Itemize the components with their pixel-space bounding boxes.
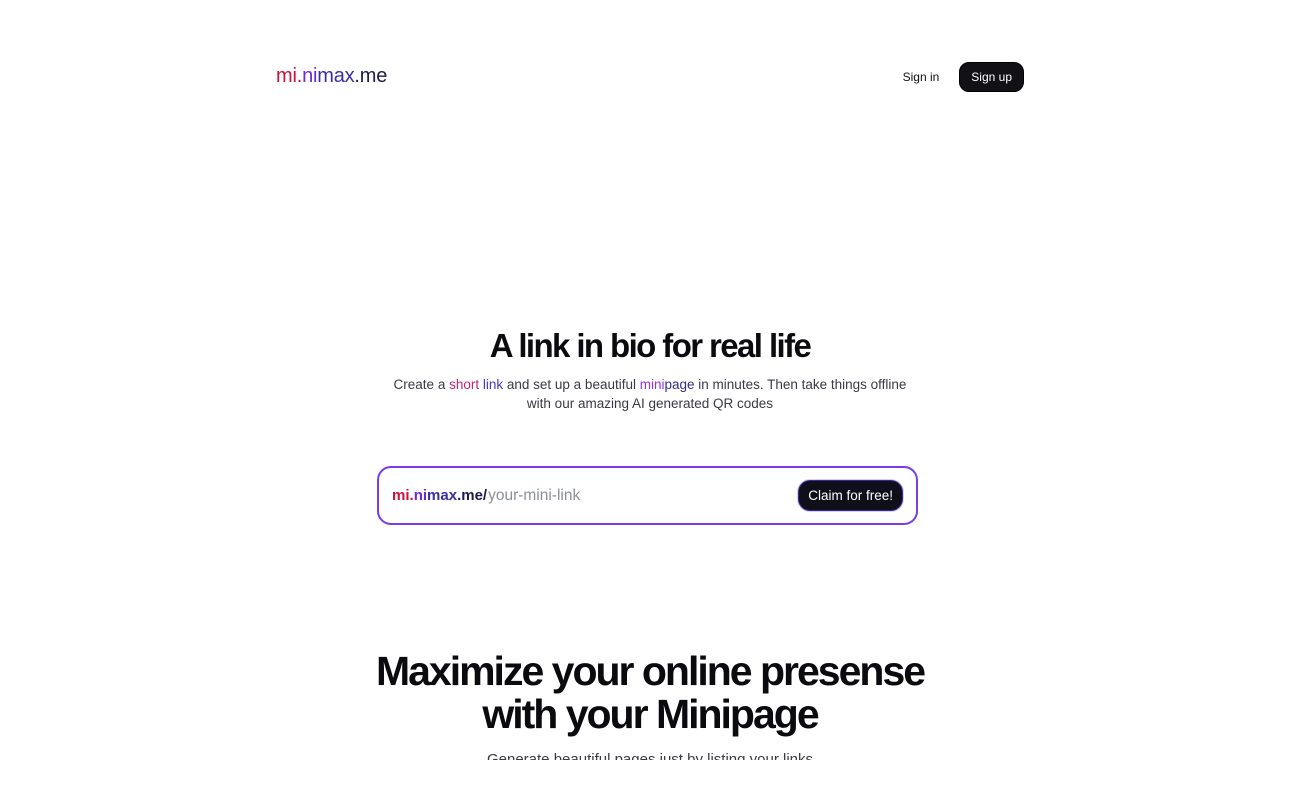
section-title: Maximize your online presense with your M…	[0, 650, 1300, 736]
prefix-part-me: .me/	[457, 487, 488, 504]
site-logo[interactable]: mi.nimax.me	[276, 65, 387, 88]
prefix-part-mi: mi.	[392, 487, 414, 504]
hero-subtitle-text: Create a	[393, 377, 450, 392]
claim-link-form: mi.nimax.me/ Claim for free!	[377, 466, 918, 525]
logo-part-max: max	[317, 65, 355, 87]
claim-for-free-button[interactable]: Claim for free!	[798, 480, 903, 511]
hero-highlight-mini: mini	[639, 377, 665, 392]
prefix-part-max: max	[427, 487, 458, 504]
prefix-part-ni: ni	[413, 487, 428, 504]
hero-highlight-link: link	[482, 377, 504, 392]
hero-highlight-page: page	[664, 377, 695, 392]
section-title-line-1: Maximize your online presense	[375, 648, 926, 694]
section-subtitle: Generate beautiful pages just by listing…	[486, 751, 813, 760]
top-header: mi.nimax.me Sign in Sign up	[276, 61, 1024, 92]
hero-highlight-short: short	[449, 377, 480, 392]
auth-nav: Sign in Sign up	[903, 61, 1024, 92]
logo-part-ni: ni	[302, 65, 318, 87]
logo-part-me: .me	[354, 65, 388, 87]
hero-subtitle: Create a short link and set up a beautif…	[390, 375, 910, 413]
mini-link-input[interactable]	[488, 486, 799, 505]
claim-url-prefix: mi.nimax.me/	[392, 487, 487, 504]
sign-up-button[interactable]: Sign up	[959, 61, 1024, 92]
hero-title: A link in bio for real life	[489, 327, 812, 364]
hero-subtitle-text: and set up a beautiful	[503, 377, 640, 392]
section-title-line-2: with your Minipage	[482, 691, 819, 737]
sign-in-link[interactable]: Sign in	[903, 70, 940, 84]
logo-part-mi: mi.	[276, 65, 303, 87]
